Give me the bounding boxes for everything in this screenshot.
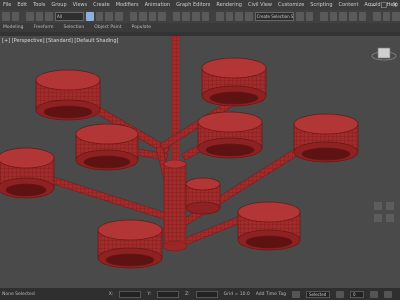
menu-file[interactable]: File [3, 2, 11, 8]
central-column [162, 159, 188, 252]
lamp-shade-back-left [35, 69, 101, 121]
tab-modeling[interactable]: Modeling [3, 25, 23, 30]
minimize-icon[interactable]: — [369, 0, 376, 10]
window-controls: — □ ✕ [369, 0, 399, 10]
rotate-icon[interactable] [139, 12, 147, 21]
orbit-icon[interactable] [384, 290, 392, 298]
select-by-name-icon[interactable] [95, 12, 104, 21]
perspective-viewport[interactable]: [+] [Perspective] [Standard] [Default Sh… [0, 36, 400, 288]
lamp-shade-far-left [0, 147, 55, 199]
render-production-icon[interactable] [392, 12, 400, 21]
play-icon[interactable] [336, 290, 344, 298]
menu-scripting[interactable]: Scripting [310, 2, 332, 8]
scene-explorer-icon[interactable] [320, 12, 328, 21]
reference-coordinate-icon[interactable] [172, 12, 181, 21]
y-coordinate-label: Y: [147, 291, 152, 297]
mirror-icon[interactable] [295, 12, 304, 21]
tab-populate[interactable]: Populate [132, 25, 152, 30]
viewport-nav-icons[interactable] [374, 202, 394, 222]
menu-animation[interactable]: Animation [145, 2, 171, 8]
menu-content[interactable]: Content [339, 2, 359, 8]
select-manipulate-icon[interactable] [192, 12, 200, 21]
redo-icon[interactable] [11, 12, 20, 21]
key-filter-dropdown[interactable]: Selected [306, 290, 330, 298]
menu-group[interactable]: Group [51, 2, 66, 8]
lamp-shade-back-right [201, 57, 267, 107]
align-icon[interactable] [305, 12, 314, 21]
viewcube-icon[interactable] [371, 47, 397, 61]
menu-modifiers[interactable]: Modifiers [116, 2, 139, 8]
layer-explorer-icon[interactable] [329, 12, 338, 21]
tab-selection[interactable]: Selection [64, 25, 85, 30]
material-editor-icon[interactable] [358, 12, 367, 21]
snaps-toggle-icon[interactable] [216, 12, 224, 21]
auto-key-button[interactable] [292, 290, 300, 298]
rendered-frame-window-icon[interactable] [382, 12, 391, 21]
percent-snap-icon[interactable] [235, 12, 244, 21]
schematic-view-icon[interactable] [348, 12, 357, 21]
frame-field[interactable]: 0 [350, 290, 364, 298]
angle-snap-icon[interactable] [225, 12, 234, 21]
z-coordinate-field[interactable] [195, 290, 218, 298]
menu-bar: File Edit Tools Group Views Create Modif… [0, 0, 400, 10]
zoom-icon[interactable] [370, 290, 378, 298]
lamp-shade-center [185, 177, 221, 215]
menu-tools[interactable]: Tools [33, 2, 45, 8]
main-toolbar: All Create Selection Set [0, 10, 400, 23]
close-icon[interactable]: ✕ [392, 0, 398, 10]
scale-icon[interactable] [148, 12, 157, 21]
rectangle-selection-icon[interactable] [105, 12, 113, 21]
pivot-center-icon[interactable] [182, 12, 191, 21]
menu-graph-editors[interactable]: Graph Editors [176, 2, 210, 8]
menu-create[interactable]: Create [93, 2, 110, 8]
keyboard-shortcut-override-icon[interactable] [201, 12, 210, 21]
curve-editor-icon[interactable] [339, 12, 347, 21]
menu-civil-view[interactable]: Civil View [248, 2, 272, 8]
named-selection-sets-dropdown[interactable]: Create Selection Set [254, 12, 294, 21]
selection-filter-dropdown[interactable]: All [54, 12, 85, 21]
grid-size-label: Grid = 10.0 [223, 291, 250, 297]
lamp-shade-front-left [97, 219, 163, 269]
link-icon[interactable] [26, 12, 34, 21]
tab-object-paint[interactable]: Object Paint [94, 25, 121, 30]
maximize-icon[interactable]: □ [381, 0, 388, 10]
lamp-shade-front-right [237, 201, 301, 251]
menu-views[interactable]: Views [73, 2, 87, 8]
menu-customize[interactable]: Customize [278, 2, 304, 8]
selection-status: None Selected [2, 291, 35, 297]
select-object-icon[interactable] [86, 12, 94, 21]
y-coordinate-field[interactable] [157, 290, 180, 298]
lamp-shade-far-right [293, 113, 359, 163]
tab-freeform[interactable]: Freeform [33, 25, 53, 30]
ribbon-tabs: Modeling Freeform Selection Object Paint… [0, 23, 400, 32]
lamp-shade-mid-left [75, 123, 139, 171]
window-crossing-icon[interactable] [114, 12, 123, 21]
add-time-tag-button[interactable]: Add Time Tag [256, 292, 286, 297]
render-setup-icon[interactable] [373, 12, 381, 21]
lamp-shade-mid-right [197, 111, 263, 159]
bind-space-warp-icon[interactable] [45, 12, 53, 21]
status-bar: None Selected X: Y: Z: Grid = 10.0 Add T… [0, 288, 400, 300]
spinner-snap-icon[interactable] [245, 12, 253, 21]
chandelier-model[interactable] [0, 36, 400, 288]
unlink-icon[interactable] [35, 12, 44, 21]
menu-rendering[interactable]: Rendering [216, 2, 242, 8]
z-coordinate-label: Z: [185, 291, 190, 297]
placement-icon[interactable] [158, 12, 166, 21]
x-coordinate-field[interactable] [119, 290, 142, 298]
menu-edit[interactable]: Edit [17, 2, 27, 8]
x-coordinate-label: X: [108, 291, 114, 297]
move-icon[interactable] [129, 12, 138, 21]
undo-icon[interactable] [2, 12, 10, 21]
